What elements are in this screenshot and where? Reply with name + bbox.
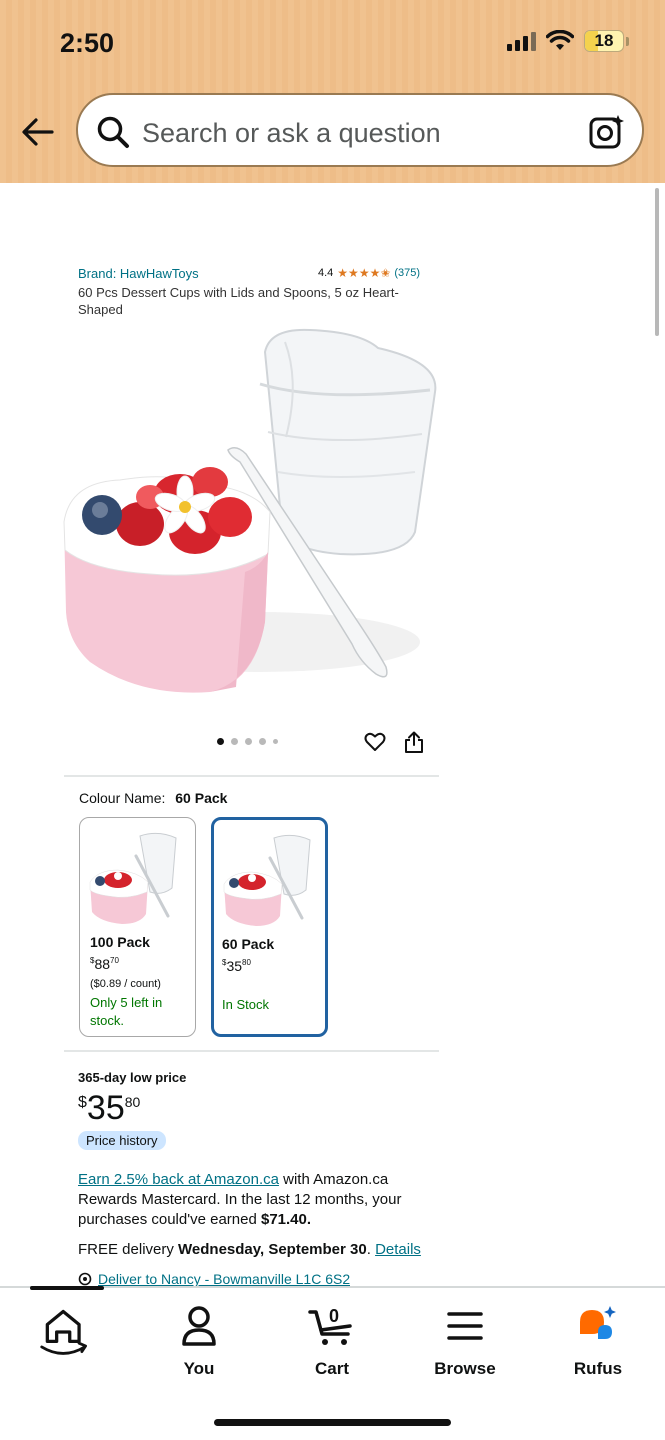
colour-label: Colour Name: xyxy=(79,790,166,806)
deliver-to-text[interactable]: Deliver to Nancy - Bowmanville L1C 6S2 xyxy=(98,1271,350,1287)
search-icon xyxy=(97,116,129,148)
variant-price-fraction: 80 xyxy=(242,958,251,967)
divider xyxy=(64,775,439,777)
rewards-link[interactable]: Earn 2.5% back at Amazon.ca xyxy=(78,1171,279,1188)
home-indicator[interactable] xyxy=(214,1419,451,1426)
price-fraction: 80 xyxy=(124,1094,141,1110)
nav-cart[interactable]: 0 Cart xyxy=(272,1304,392,1379)
delivery-details-link[interactable]: Details xyxy=(375,1241,421,1258)
delivery-date: Wednesday, September 30 xyxy=(178,1241,367,1258)
colour-value: 60 Pack xyxy=(175,790,228,806)
carousel-dot[interactable] xyxy=(259,738,266,745)
wifi-icon xyxy=(546,30,574,50)
menu-icon xyxy=(447,1312,483,1340)
delivery-prefix: FREE delivery xyxy=(78,1241,179,1258)
share-icon[interactable] xyxy=(404,731,424,753)
status-icons: 18 xyxy=(507,30,629,52)
variant-thumbnail xyxy=(89,832,177,924)
search-input[interactable]: Search or ask a question xyxy=(142,118,441,149)
price-history-button[interactable]: Price history xyxy=(78,1131,166,1150)
image-carousel-dots[interactable] xyxy=(217,738,278,745)
location-pin-icon xyxy=(78,1272,92,1286)
variant-price-whole: 35 xyxy=(226,958,243,974)
variant-price-whole: 88 xyxy=(94,956,111,972)
carousel-dot[interactable] xyxy=(217,738,224,745)
nav-you[interactable]: You xyxy=(139,1304,259,1379)
variant-option-60-pack[interactable]: 60 Pack $3580 In Stock xyxy=(211,817,328,1037)
price-currency: $ xyxy=(78,1094,87,1111)
scrollbar[interactable] xyxy=(655,188,659,336)
variant-thumbnail xyxy=(223,834,311,926)
product-title: 60 Pcs Dessert Cups with Lids and Spoons… xyxy=(78,285,399,317)
app-header: 2:50 18 Search or ask a question xyxy=(0,0,665,183)
variant-stock-status: Only 5 left in stock. xyxy=(90,995,163,1028)
star-rating-icon: ★★★★✬ xyxy=(337,266,391,280)
variant-price: $3580 xyxy=(222,958,251,974)
cellular-signal-icon xyxy=(507,31,536,51)
rewards-offer: Earn 2.5% back at Amazon.ca with Amazon.… xyxy=(78,1170,428,1230)
rewards-amount: $71.40. xyxy=(260,1211,312,1228)
user-icon xyxy=(182,1306,216,1346)
divider xyxy=(64,1050,439,1052)
rating-summary[interactable]: 4.4 ★★★★✬ (375) xyxy=(318,266,420,280)
nav-browse[interactable]: Browse xyxy=(405,1304,525,1379)
nav-rufus[interactable]: Rufus xyxy=(538,1304,658,1379)
carousel-dot[interactable] xyxy=(231,738,238,745)
brand-link[interactable]: Brand: HawHawToys xyxy=(78,266,199,281)
low-price-label: 365-day low price xyxy=(78,1070,187,1085)
home-icon xyxy=(40,1309,87,1355)
variant-stock-status: In Stock xyxy=(222,997,269,1012)
carousel-dot[interactable] xyxy=(273,739,278,744)
delivery-info: FREE delivery Wednesday, September 30. D… xyxy=(78,1241,421,1258)
nav-you-label: You xyxy=(183,1359,215,1378)
status-time: 2:50 xyxy=(60,28,115,58)
variant-price: $8870 xyxy=(90,956,119,972)
rating-value: 4.4 xyxy=(318,267,334,279)
camera-lens-icon[interactable] xyxy=(588,113,626,151)
search-bar[interactable]: Search or ask a question xyxy=(76,93,644,167)
deliver-to-link[interactable]: Deliver to Nancy - Bowmanville L1C 6S2 xyxy=(78,1271,350,1287)
heart-icon[interactable] xyxy=(364,731,386,753)
current-price: $ 35 80 xyxy=(78,1088,140,1128)
rating-count[interactable]: (375) xyxy=(394,267,420,279)
back-arrow-icon[interactable] xyxy=(20,114,56,150)
nav-browse-label: Browse xyxy=(434,1359,496,1378)
variant-name: 60 Pack xyxy=(222,936,275,952)
variant-unit-price: ($0.89 / count) xyxy=(90,978,161,990)
active-tab-indicator xyxy=(30,1286,104,1290)
variant-price-fraction: 70 xyxy=(110,956,119,965)
delivery-separator: . xyxy=(366,1241,376,1258)
cart-icon: 0 xyxy=(308,1306,352,1345)
variant-option-100-pack[interactable]: 100 Pack $8870 ($0.89 / count) Only 5 le… xyxy=(79,817,196,1037)
product-image[interactable] xyxy=(60,322,450,712)
variant-name: 100 Pack xyxy=(90,934,150,950)
bottom-navigation: You 0 Cart Browse Rufus xyxy=(0,1286,665,1440)
battery-cap xyxy=(626,36,629,46)
nav-cart-label: Cart xyxy=(314,1359,349,1378)
colour-name-row: Colour Name: 60 Pack xyxy=(79,790,227,806)
cart-count-badge: 0 xyxy=(329,1306,339,1326)
price-whole: 35 xyxy=(86,1089,125,1127)
battery-icon: 18 xyxy=(584,30,624,52)
carousel-dot[interactable] xyxy=(245,738,252,745)
nav-rufus-label: Rufus xyxy=(573,1359,623,1378)
rufus-icon xyxy=(580,1306,616,1339)
battery-level: 18 xyxy=(594,31,614,50)
nav-home[interactable] xyxy=(6,1304,126,1371)
